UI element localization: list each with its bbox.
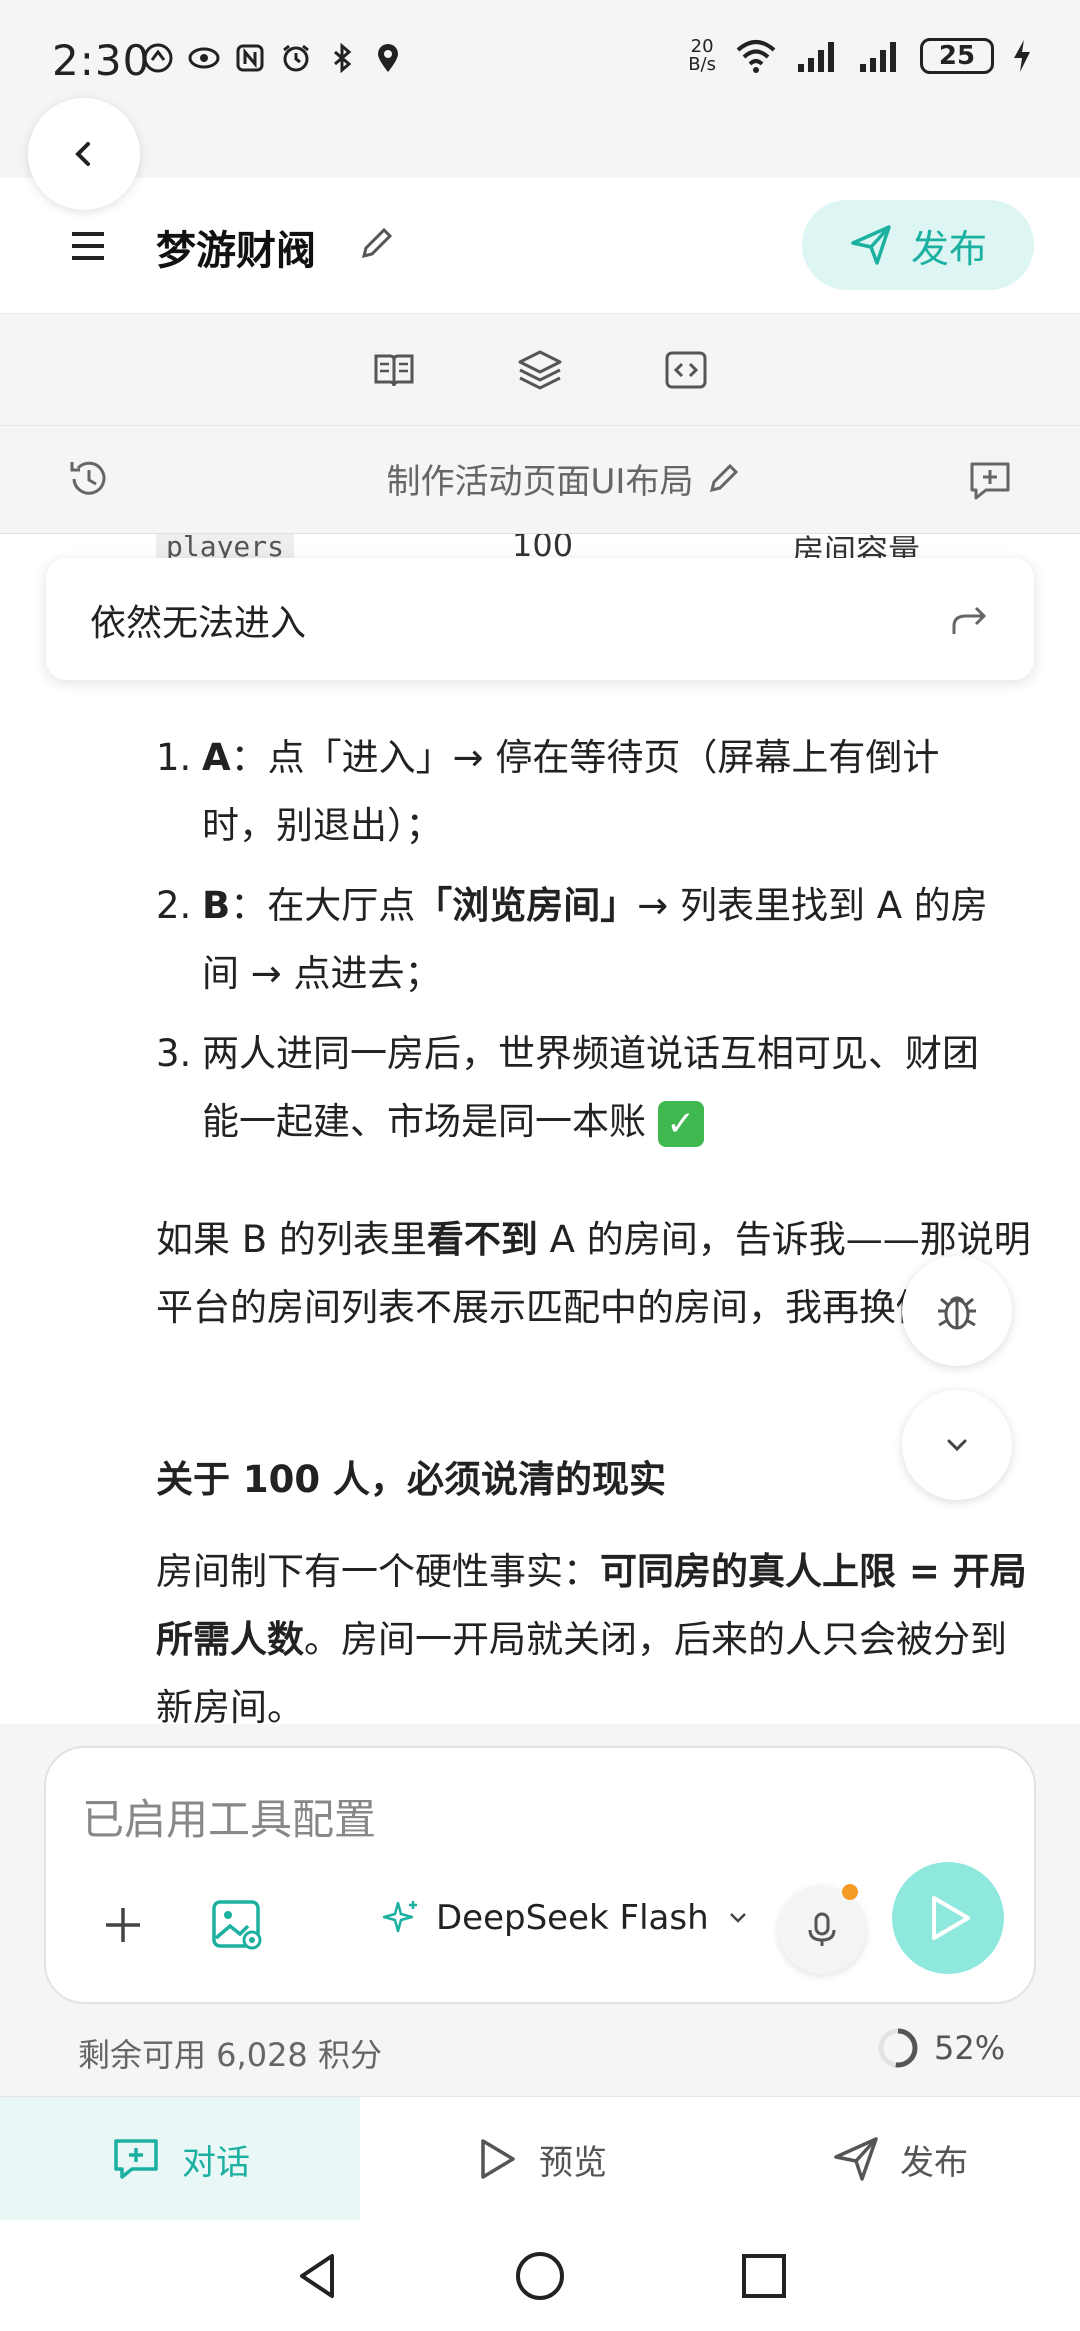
layers-icon[interactable] [516, 346, 564, 394]
new-chat-icon[interactable] [966, 456, 1014, 504]
status-right: 20 B/s 25 [688, 38, 1032, 74]
conversation-bar: 制作活动页面UI布局 [0, 426, 1080, 534]
tab-preview[interactable]: 预览 [360, 2097, 720, 2221]
composer-area: 已启用工具配置 DeepSeek Flash 剩余可用 6,028 积分 52% [0, 1724, 1080, 2096]
usage-percent: 52% [934, 2029, 1006, 2067]
menu-icon[interactable] [68, 226, 108, 266]
list-item: 2. B：在大厅点「浏览房间」→ 列表里找到 A 的房间 → 点进去； [156, 884, 988, 995]
alarm-icon [283, 44, 309, 72]
wifi-icon [736, 40, 776, 73]
edit-title-icon[interactable] [356, 224, 396, 264]
bug-icon [938, 1296, 976, 1330]
paragraph: 房间制下有一个硬性事实：可同房的真人上限 = 开局所需人数。房间一开局就关闭，后… [156, 1550, 1027, 1724]
model-name: DeepSeek Flash [436, 1898, 709, 1938]
system-home-icon[interactable] [510, 2246, 570, 2306]
chat-content: players 100 房间容量 1. A：点「进入」→ 停在等待页（屏幕上有倒… [0, 534, 1080, 1724]
publish-label: 发布 [910, 226, 987, 271]
user-message-card[interactable]: 依然无法进入 [46, 558, 1034, 680]
forward-icon[interactable] [946, 596, 992, 642]
charging-icon [1014, 40, 1030, 72]
microphone-icon [808, 1912, 836, 1946]
status-bar: 2:30 20 B/s 25 [0, 0, 1080, 120]
image-settings-icon[interactable] [210, 1898, 264, 1952]
chevron-down-icon [947, 1439, 967, 1452]
progress-ring [878, 2028, 918, 2068]
send-plane-icon [851, 225, 891, 265]
credits-remaining: 剩余可用 6,028 积分 [78, 2036, 382, 2074]
location-icon [378, 44, 398, 72]
bluetooth-icon [334, 42, 352, 74]
recording-dot [842, 1884, 858, 1900]
conversation-title[interactable]: 制作活动页面UI布局 [0, 454, 1080, 503]
context-usage: 52% [876, 2026, 1005, 2070]
chevron-down-icon [729, 1913, 746, 1923]
chat-icon [114, 2139, 158, 2179]
model-selector[interactable]: DeepSeek Flash [382, 1898, 751, 1938]
list-item: 3. 两人进同一房后，世界频道说话互相可见、财团能一起建、市场是同一本账 ✓ [156, 1020, 1006, 1156]
signal-icon [798, 42, 834, 72]
play-icon [481, 2139, 515, 2179]
tab-chat[interactable]: 对话 [0, 2097, 360, 2221]
system-recents-icon[interactable] [734, 2246, 794, 2306]
back-button[interactable] [28, 98, 140, 210]
publish-button[interactable]: 发布 [802, 200, 1034, 290]
system-navigation-bar [0, 2220, 1080, 2331]
network-speed: 20 B/s [688, 36, 716, 75]
app-notification-icon [143, 43, 173, 73]
book-icon[interactable] [370, 346, 418, 394]
view-toolbar [0, 314, 1080, 426]
send-button[interactable] [892, 1862, 1004, 1974]
plus-icon[interactable] [98, 1900, 148, 1950]
system-back-icon[interactable] [288, 2246, 348, 2306]
edit-conversation-icon[interactable] [706, 460, 742, 496]
debug-button[interactable] [902, 1256, 1012, 1366]
status-time: 2:30 [52, 36, 151, 85]
eye-icon [188, 47, 220, 69]
list-item: 1. A：点「进入」→ 停在等待页（屏幕上有倒计时，别退出）； [156, 736, 940, 847]
project-title: 梦游财阀 [156, 228, 316, 274]
composer-box: 已启用工具配置 DeepSeek Flash [44, 1746, 1036, 2004]
send-plane-icon [834, 2137, 878, 2181]
battery-indicator: 25 [920, 38, 994, 74]
status-icons [142, 42, 404, 74]
user-message-text: 依然无法进入 [90, 603, 307, 644]
message-input[interactable]: 已启用工具配置 [82, 1786, 376, 1847]
check-mark-icon: ✓ [657, 1100, 704, 1147]
tab-publish[interactable]: 发布 [720, 2097, 1080, 2221]
sparkle-icon [382, 1901, 417, 1933]
signal-icon-2 [860, 42, 896, 72]
bottom-nav: 对话 预览 发布 [0, 2096, 1080, 2221]
chevron-left-icon [75, 142, 90, 166]
play-send-icon [932, 1896, 970, 1940]
app-header: 梦游财阀 发布 [0, 178, 1080, 314]
code-icon[interactable] [662, 346, 710, 394]
nfc-icon [236, 44, 264, 72]
scroll-down-button[interactable] [902, 1390, 1012, 1500]
